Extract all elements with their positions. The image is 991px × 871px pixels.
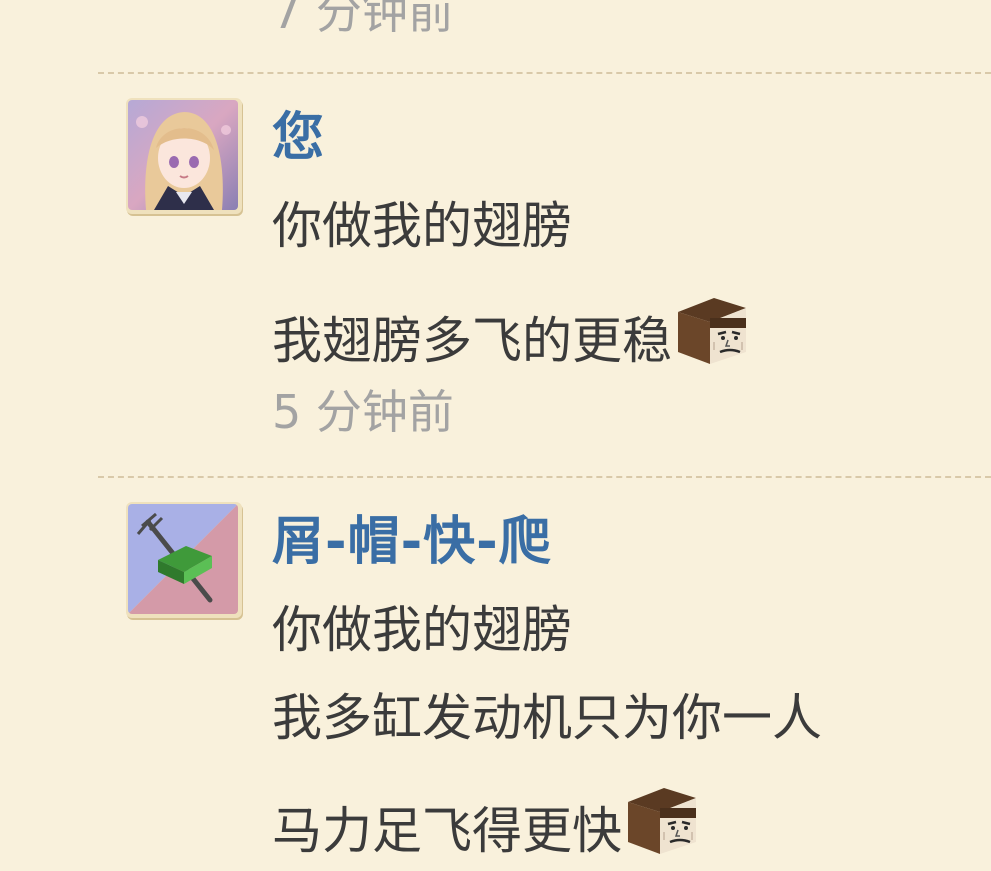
avatar[interactable]	[126, 502, 242, 618]
pixel-face-emoji-icon	[674, 294, 748, 366]
comment-text-line: 马力足飞得更快	[272, 784, 698, 863]
comment-timestamp: 5 分钟前	[272, 385, 454, 439]
green-pitchfork-avatar-icon	[128, 504, 238, 614]
anime-girl-avatar-icon	[128, 100, 238, 210]
comment-text-line: 你做我的翅膀	[272, 197, 572, 255]
comment-text: 我翅膀多飞的更稳	[272, 312, 672, 370]
comment-username[interactable]: 您	[272, 106, 325, 170]
avatar[interactable]	[126, 98, 242, 214]
comment-username[interactable]: 屑-帽-快-爬	[272, 510, 552, 574]
comment-text-line: 你做我的翅膀	[272, 601, 572, 659]
comment-divider	[98, 72, 991, 74]
pixel-face-emoji-icon	[624, 784, 698, 856]
comment-text: 马力足飞得更快	[272, 802, 622, 860]
comment-text-line: 我多缸发动机只为你一人	[272, 689, 822, 747]
comment-timestamp: 7 分钟前	[272, 0, 454, 39]
comment-text-line: 我翅膀多飞的更稳	[272, 294, 748, 373]
comment-divider	[98, 476, 991, 478]
